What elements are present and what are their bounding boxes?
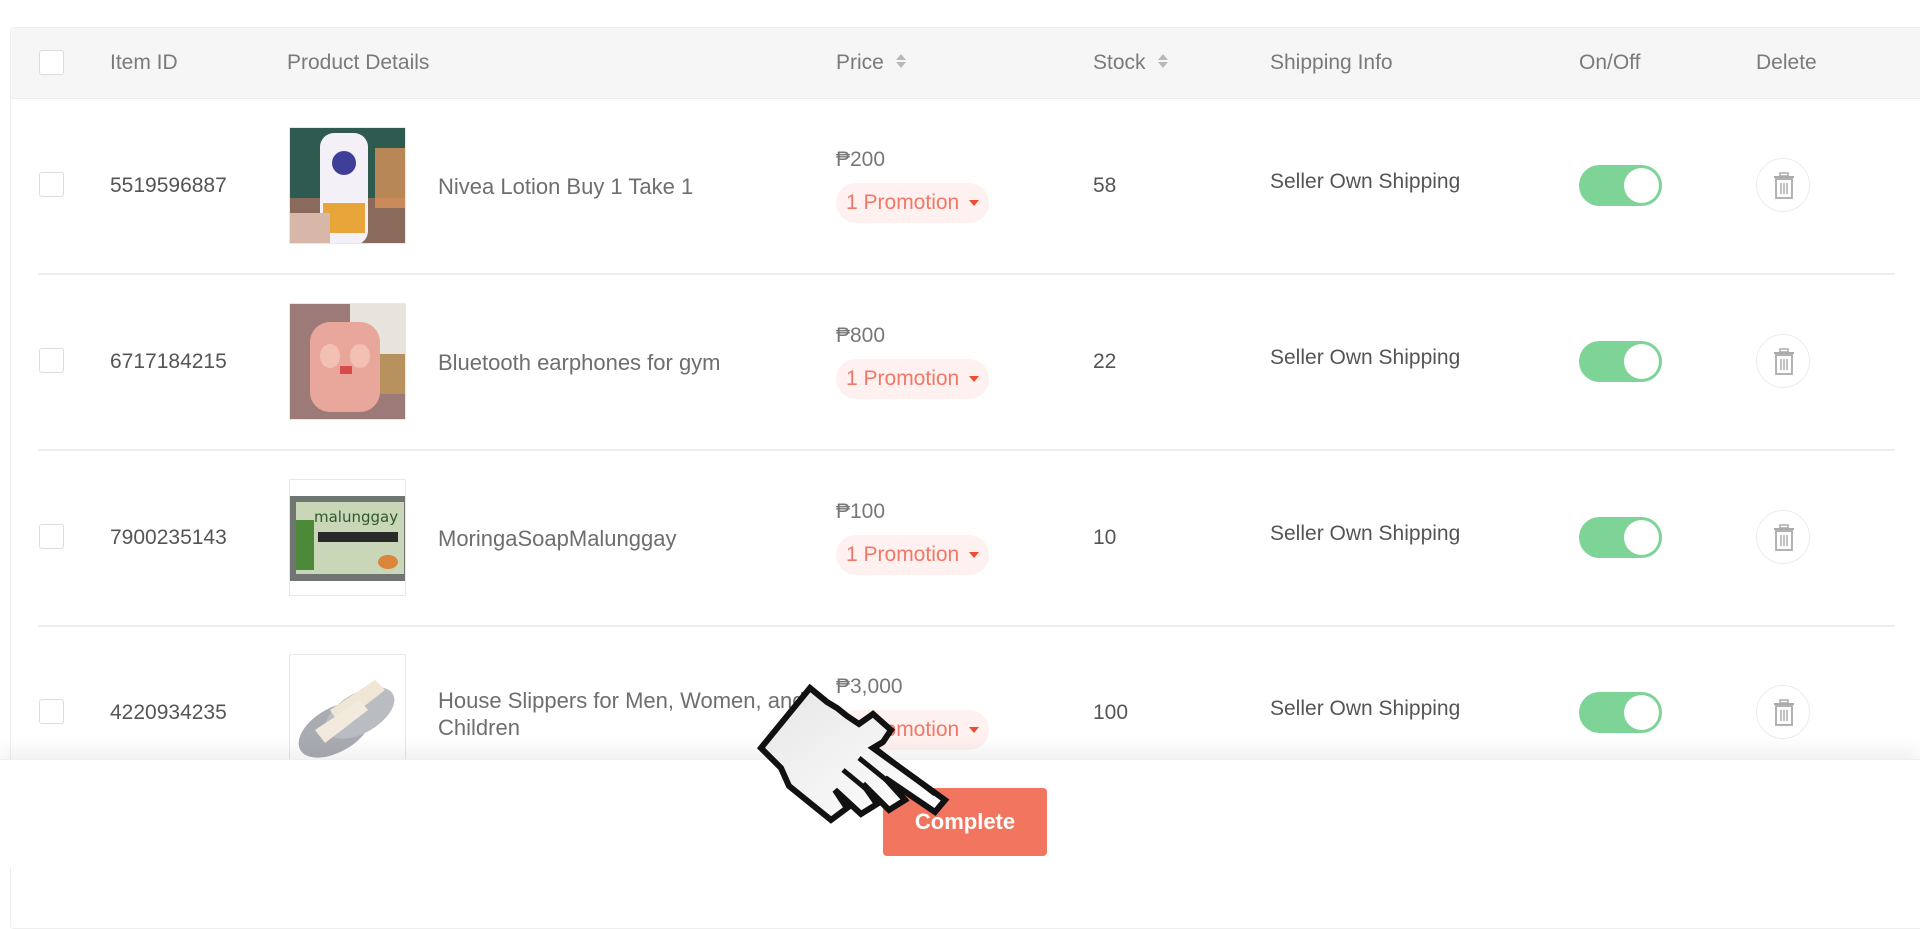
on-off-toggle[interactable]: [1579, 517, 1662, 558]
on-off-toggle[interactable]: [1579, 341, 1662, 382]
stock: 22: [1093, 350, 1117, 373]
caret-down-icon: [969, 200, 980, 207]
product-name[interactable]: MoringaSoapMalunggay: [438, 525, 818, 552]
delete-button[interactable]: [1756, 158, 1810, 212]
trash-icon: [1774, 699, 1794, 726]
price: ₱100: [836, 500, 886, 523]
header-price[interactable]: Price: [836, 28, 906, 98]
promotion-label: 1 Promotion: [846, 367, 960, 390]
toggle-knob: [1624, 344, 1659, 379]
promotion-label: 1 Promotion: [846, 543, 960, 566]
row-checkbox[interactable]: [39, 524, 64, 549]
promotion-dropdown[interactable]: 1 Promotion: [836, 535, 990, 575]
shipping-info: Seller Own Shipping: [1270, 522, 1461, 545]
on-off-toggle[interactable]: [1579, 165, 1662, 206]
header-shipping-info: Shipping Info: [1270, 51, 1393, 74]
delete-button[interactable]: [1756, 685, 1810, 739]
malunggay-soap-photo: malunggay: [290, 480, 405, 595]
header-product-details: Product Details: [287, 51, 430, 74]
item-id: 7900235143: [110, 526, 227, 549]
hand-pointer-cursor-icon: [756, 683, 950, 824]
promotion-label: 1 Promotion: [846, 191, 960, 214]
table-header: Item ID Product Details Price Stock Ship…: [11, 28, 1920, 99]
header-price-label: Price: [836, 51, 884, 74]
product-thumbnail[interactable]: [289, 654, 406, 771]
shipping-info: Seller Own Shipping: [1270, 346, 1461, 369]
bottom-action-bar: Complete: [0, 759, 1920, 867]
trash-icon: [1774, 524, 1794, 551]
price: ₱200: [836, 148, 886, 171]
row-checkbox[interactable]: [39, 348, 64, 373]
delete-button[interactable]: [1756, 334, 1810, 388]
sort-icon[interactable]: [895, 54, 906, 69]
delete-button[interactable]: [1756, 510, 1810, 564]
stock: 100: [1093, 701, 1129, 724]
pink-earbuds-photo: [290, 304, 405, 419]
caret-down-icon: [969, 376, 980, 383]
trash-icon: [1774, 348, 1794, 375]
promotion-dropdown[interactable]: 1 Promotion: [836, 359, 990, 399]
toggle-knob: [1624, 168, 1659, 203]
table-row: 5519596887 Nivea Lotion Buy 1 Take 1 ₱20…: [11, 98, 1920, 275]
stock: 10: [1093, 526, 1117, 549]
sort-icon[interactable]: [1157, 54, 1168, 69]
item-id: 6717184215: [110, 350, 227, 373]
item-id: 4220934235: [110, 701, 227, 724]
product-thumbnail[interactable]: [289, 127, 406, 244]
header-stock-label: Stock: [1093, 51, 1146, 74]
nivea-lotion-photo: [290, 128, 405, 243]
table-row: 7900235143 malunggay MoringaSoapMalungga…: [11, 450, 1920, 627]
header-stock[interactable]: Stock: [1093, 28, 1168, 98]
product-name[interactable]: Bluetooth earphones for gym: [438, 349, 818, 376]
price: ₱800: [836, 324, 886, 347]
svg-text:malunggay: malunggay: [314, 508, 398, 526]
header-delete: Delete: [1756, 51, 1817, 74]
product-thumbnail[interactable]: [289, 303, 406, 420]
promotion-dropdown[interactable]: 1 Promotion: [836, 183, 990, 223]
shipping-info: Seller Own Shipping: [1270, 697, 1461, 720]
caret-down-icon: [969, 552, 980, 559]
shipping-info: Seller Own Shipping: [1270, 170, 1461, 193]
product-thumbnail[interactable]: malunggay: [289, 479, 406, 596]
row-checkbox[interactable]: [39, 699, 64, 724]
trash-icon: [1774, 172, 1794, 199]
header-item-id: Item ID: [110, 51, 178, 74]
table-row: 6717184215 Bluetooth earphones for gym ₱…: [11, 274, 1920, 451]
stock: 58: [1093, 174, 1117, 197]
header-on-off: On/Off: [1579, 51, 1641, 74]
item-id: 5519596887: [110, 174, 227, 197]
product-name[interactable]: Nivea Lotion Buy 1 Take 1: [438, 173, 818, 200]
toggle-knob: [1624, 695, 1659, 730]
grey-slippers-photo: [290, 655, 405, 770]
select-all-checkbox[interactable]: [39, 50, 64, 75]
toggle-knob: [1624, 520, 1659, 555]
on-off-toggle[interactable]: [1579, 692, 1662, 733]
caret-down-icon: [969, 727, 980, 734]
row-checkbox[interactable]: [39, 172, 64, 197]
